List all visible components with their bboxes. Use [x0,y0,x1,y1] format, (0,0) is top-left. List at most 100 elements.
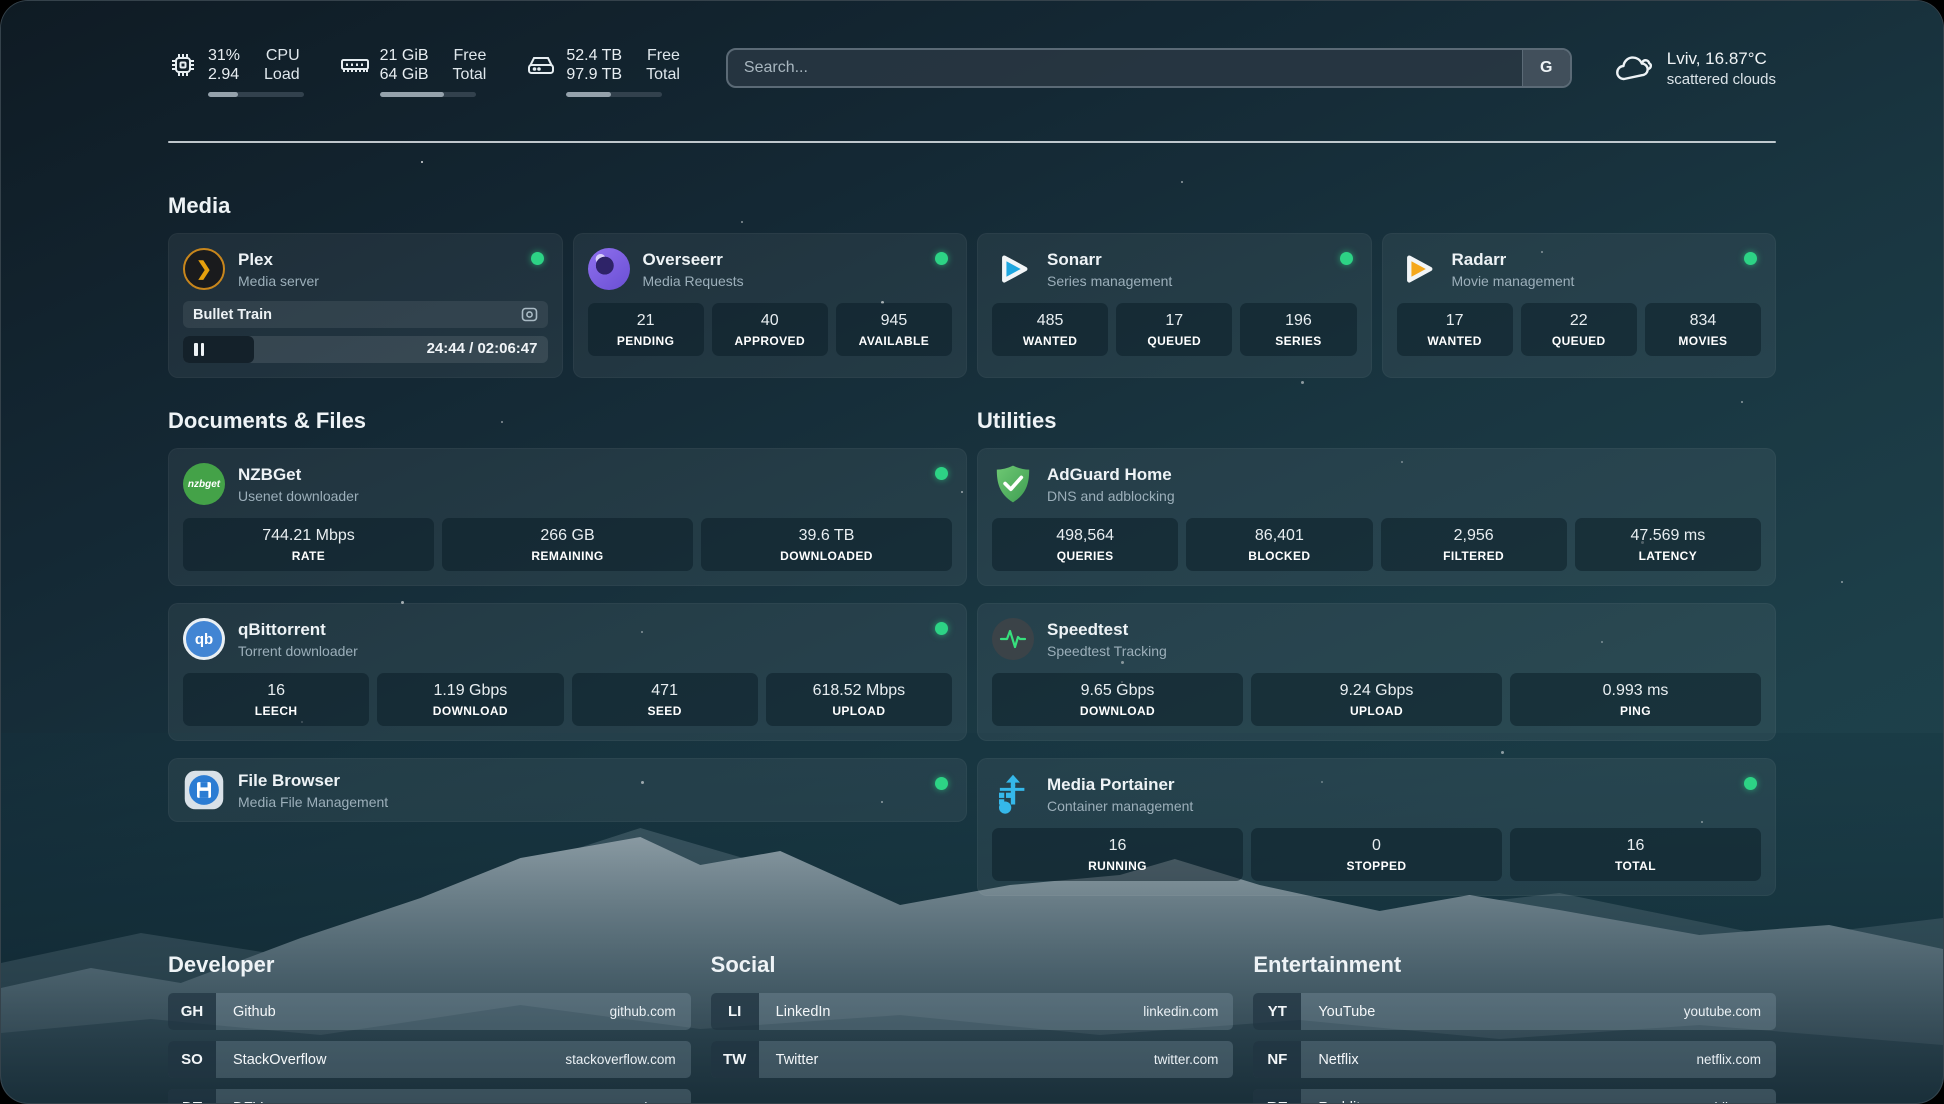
stat-label: MOVIES [1649,334,1757,348]
stat-value: 498,564 [996,527,1174,545]
stat-label: FILTERED [1385,549,1563,563]
portainer-icon [992,773,1034,815]
stat-box: 471 SEED [572,673,758,726]
search-input[interactable] [728,50,1522,86]
disk-icon [526,50,556,80]
stat-label: DOWNLOAD [381,704,559,718]
service-description: DNS and adblocking [1047,488,1175,504]
service-description: Speedtest Tracking [1047,643,1167,659]
stat-box: 22QUEUED [1521,303,1637,356]
service-description: Media File Management [238,794,388,810]
bookmark-name: Netflix [1303,1041,1696,1078]
section-title-media: Media [168,193,1776,219]
service-card-overseerr[interactable]: Overseerr Media Requests 21PENDING40APPR… [573,233,968,378]
plex-icon: ❯ [183,248,225,290]
stat-box: 16RUNNING [992,828,1243,881]
bookmark-row[interactable]: RERedditreddit.com [1253,1089,1776,1104]
stat-value: 0 [1255,837,1498,855]
bookmark-name: Twitter [761,1041,1154,1078]
stat-value: 47.569 ms [1579,527,1757,545]
stat-box: 2,956 FILTERED [1381,518,1567,571]
sonarr-icon [992,248,1034,290]
service-name: Radarr [1452,250,1575,270]
stat-box: 498,564 QUERIES [992,518,1178,571]
bookmark-abbreviation: DT [168,1089,216,1104]
bookmark-abbreviation: SO [168,1041,216,1078]
stat-value: 744.21 Mbps [187,527,430,545]
service-description: Container management [1047,798,1193,814]
entertainment-links: YTYouTubeyoutube.com NFNetflixnetflix.com… [1253,993,1776,1104]
stat-value: 196 [1244,312,1352,330]
stat-label: QUEUED [1120,334,1228,348]
now-playing-row: Bullet Train [183,301,548,328]
speedtest-icon [992,618,1034,660]
qbittorrent-icon: qb [183,618,225,660]
weather-location-temp: Lviv, 16.87°C [1667,48,1776,69]
stat-box: 16LEECH [183,673,369,726]
stat-value: 834 [1649,312,1757,330]
stat-box: 9.65 GbpsDOWNLOAD [992,673,1243,726]
stat-value: 618.52 Mbps [770,682,948,700]
stat-label: BLOCKED [1190,549,1368,563]
status-online-dot [531,252,544,265]
service-card-speedtest[interactable]: Speedtest Speedtest Tracking 9.65 GbpsDO… [977,603,1776,741]
stat-label: PING [1514,704,1757,718]
stat-box: 834 MOVIES [1645,303,1761,356]
bookmark-row[interactable]: LILinkedInlinkedin.com [711,993,1234,1030]
service-card-plex[interactable]: ❯ Plex Media server Bullet Train 24:44 / [168,233,563,378]
service-card-adguard[interactable]: AdGuard Home DNS and adblocking 498,564Q… [977,448,1776,586]
service-card-portainer[interactable]: Media Portainer Container management 16R… [977,758,1776,896]
service-card-filebrowser[interactable]: File Browser Media File Management [168,758,967,822]
stat-box: 9.24 GbpsUPLOAD [1251,673,1502,726]
stat-label: DOWNLOADED [705,549,948,563]
stat-label: SEED [576,704,754,718]
now-playing-title: Bullet Train [193,307,521,323]
bookmark-row[interactable]: NFNetflixnetflix.com [1253,1041,1776,1078]
social-links: LILinkedInlinkedin.com TWTwittertwitter.c… [711,993,1234,1104]
stat-label: PENDING [592,334,700,348]
bookmark-row[interactable]: TWTwittertwitter.com [711,1041,1234,1078]
stat-value: 16 [187,682,365,700]
bookmark-row[interactable]: YTYouTubeyoutube.com [1253,993,1776,1030]
service-card-radarr[interactable]: Radarr Movie management 17WANTED22QUEUED… [1382,233,1777,378]
search-engine-button[interactable]: G [1522,50,1570,86]
stat-label: WANTED [996,334,1104,348]
service-card-nzbget[interactable]: nzbget NZBGet Usenet downloader 744.21 M… [168,448,967,586]
stat-label: QUERIES [996,549,1174,563]
bookmark-url: reddit.com [1698,1089,1776,1104]
stat-label: SERIES [1244,334,1352,348]
stat-value: 16 [1514,837,1757,855]
section-title-developer: Developer [168,952,691,978]
disk-widget: 52.4 TB 97.9 TB Free Total [526,46,680,97]
service-card-qbittorrent[interactable]: qb qBittorrent Torrent downloader 16LEEC… [168,603,967,741]
memory-icon [340,50,370,80]
screen-cast-icon [521,307,538,322]
stat-value: 945 [840,312,948,330]
bookmark-row[interactable]: SOStackOverflowstackoverflow.com [168,1041,691,1078]
stat-value: 2,956 [1385,527,1563,545]
bookmark-name: LinkedIn [761,993,1144,1030]
service-description: Media Requests [643,273,744,289]
bookmark-url: netflix.com [1696,1041,1776,1078]
bookmark-name: YouTube [1303,993,1683,1030]
service-description: Usenet downloader [238,488,359,504]
bookmark-row[interactable]: GHGithubgithub.com [168,993,691,1030]
stat-label: WANTED [1401,334,1509,348]
stat-value: 471 [576,682,754,700]
service-name: File Browser [238,771,388,791]
stat-label: DOWNLOAD [996,704,1239,718]
service-description: Series management [1047,273,1172,289]
nzbget-icon: nzbget [183,463,225,505]
stat-box: 945AVAILABLE [836,303,952,356]
stat-box: 39.6 TBDOWNLOADED [701,518,952,571]
status-online-dot [935,467,948,480]
filebrowser-icon [183,769,225,811]
bookmark-abbreviation: GH [168,993,216,1030]
search-bar[interactable]: G [726,48,1572,88]
service-card-sonarr[interactable]: Sonarr Series management 485WANTED17QUEU… [977,233,1372,378]
stat-label: REMAINING [446,549,689,563]
adguard-icon [992,463,1034,505]
bookmark-row[interactable]: DTDEVdev.to [168,1089,691,1104]
stat-value: 40 [716,312,824,330]
status-online-dot [935,252,948,265]
